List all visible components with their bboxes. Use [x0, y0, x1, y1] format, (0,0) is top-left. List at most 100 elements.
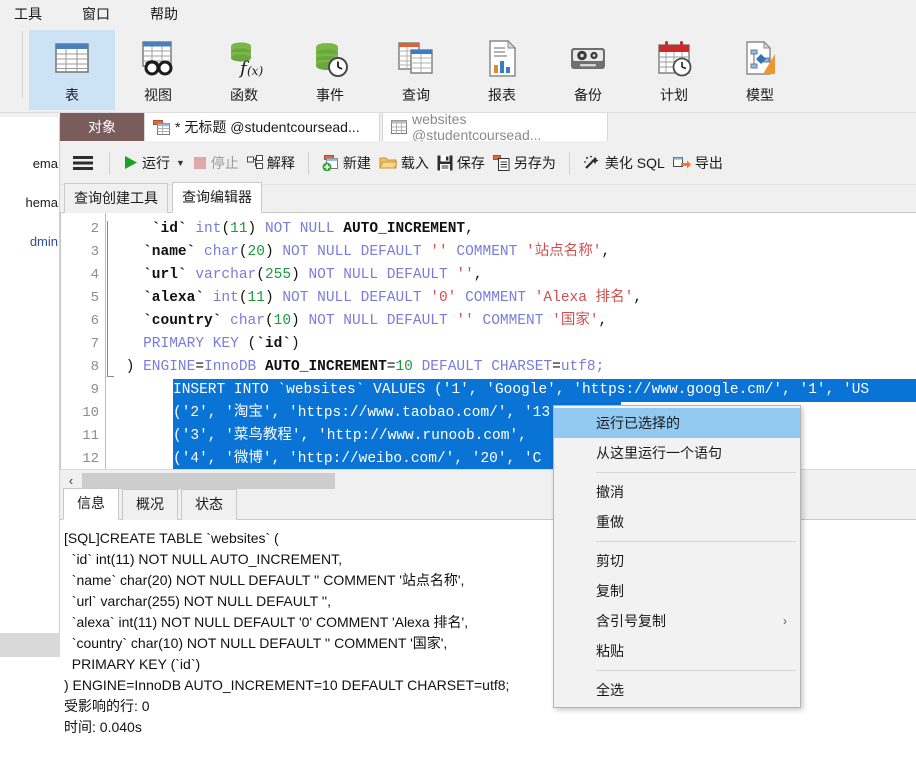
toolbar-separator — [109, 151, 110, 174]
object-tab[interactable]: 对象 — [60, 113, 144, 141]
explain-label: 解释 — [266, 154, 295, 171]
query-toolbar: 运行 ▼ 停止 解释 新建 载入 保存 另存为 美化 SQL 导出 — [60, 141, 916, 185]
code-line-3: `name` char(20) NOT NULL DEFAULT '' COMM… — [117, 244, 611, 260]
code-line-2: `id` int(11) NOT NULL AUTO_INCREMENT, — [117, 221, 474, 237]
chevron-down-icon[interactable]: ▼ — [176, 158, 185, 168]
ribbon-button-function[interactable]: f (x) 函数 — [201, 30, 287, 110]
tab-query-editor[interactable]: 查询编辑器 — [172, 182, 262, 213]
folder-open-icon — [379, 155, 397, 170]
new-button[interactable]: 新建 — [318, 150, 375, 176]
stop-button[interactable]: 停止 — [189, 150, 243, 176]
run-button[interactable]: 运行 ▼ — [119, 150, 189, 176]
ribbon-button-event[interactable]: 事件 — [287, 30, 373, 110]
ribbon-label-model: 模型 — [746, 87, 774, 103]
context-menu-item-select-all[interactable]: 全选 — [554, 675, 800, 705]
view-glasses-icon — [137, 37, 179, 81]
context-menu-item-run-statement-from-here[interactable]: 从这里运行一个语句 — [554, 438, 800, 468]
beautify-sql-label: 美化 SQL — [604, 154, 665, 171]
hamburger-icon[interactable] — [66, 155, 100, 171]
tab-profile[interactable]: 概况 — [122, 489, 178, 520]
application-window: 工具 窗口 帮助 表 视图 f (x) 函数 事件 查询 报表 备份 计划 模型… — [0, 0, 916, 761]
line-number: 11 — [82, 428, 99, 444]
export-arrow-icon — [672, 155, 691, 170]
ribbon-button-schedule[interactable]: 计划 — [631, 30, 717, 110]
ribbon-label-report: 报表 — [488, 87, 516, 103]
ribbon-button-backup[interactable]: 备份 — [545, 30, 631, 110]
toolbar-separator — [307, 151, 309, 174]
menu-tools[interactable]: 工具 — [12, 2, 44, 26]
ribbon-button-query[interactable]: 查询 — [373, 30, 459, 110]
explain-icon — [246, 155, 263, 170]
stop-icon — [193, 156, 207, 170]
sidebar-top-spacer — [0, 113, 60, 117]
code-fold-bracket[interactable] — [107, 221, 116, 377]
line-number: 4 — [90, 267, 99, 283]
beautify-sparkle-icon — [583, 155, 601, 171]
query-table-icon — [395, 37, 437, 81]
save-button[interactable]: 保存 — [433, 150, 489, 176]
ribbon-button-report[interactable]: 报表 — [459, 30, 545, 110]
tab-info[interactable]: 信息 — [63, 488, 119, 520]
ribbon-label-function: 函数 — [230, 87, 258, 103]
beautify-sql-button[interactable]: 美化 SQL — [579, 150, 669, 176]
tab-status[interactable]: 状态 — [181, 489, 237, 520]
document-tab-untitled-query[interactable]: * 无标题 @studentcoursead... — [144, 113, 380, 141]
context-menu-label: 撤消 — [596, 484, 624, 500]
sidebar-panel: ema hema dmin — [0, 113, 60, 761]
line-number: 3 — [90, 244, 99, 260]
menu-window[interactable]: 窗口 — [80, 2, 112, 26]
event-clock-icon — [309, 37, 351, 81]
ribbon-label-backup: 备份 — [574, 87, 602, 103]
ribbon-button-view[interactable]: 视图 — [115, 30, 201, 110]
sidebar-item-performance-schema[interactable]: hema — [0, 195, 60, 210]
editor-tab-bar: 查询创建工具 查询编辑器 — [60, 182, 916, 213]
stop-label: 停止 — [210, 154, 239, 171]
ribbon-label-schedule: 计划 — [660, 87, 688, 103]
line-number: 5 — [90, 290, 99, 306]
ribbon-label-query: 查询 — [402, 87, 430, 103]
ribbon-label-view: 视图 — [144, 87, 172, 103]
tab-query-builder[interactable]: 查询创建工具 — [64, 183, 168, 213]
ribbon-button-model[interactable]: 模型 — [717, 30, 803, 110]
context-menu-label: 粘贴 — [596, 643, 624, 659]
ribbon-button-table[interactable]: 表 — [29, 30, 115, 110]
menu-help[interactable]: 帮助 — [148, 2, 180, 26]
code-line-9-selected: INSERT INTO `websites` VALUES ('1', 'Goo… — [173, 379, 916, 402]
document-tab-websites[interactable]: websites @studentcoursead... — [382, 111, 608, 143]
save-label: 保存 — [456, 154, 485, 171]
code-line-11-selected: ('3', '菜鸟教程', 'http://www.runoob.com', — [173, 425, 573, 448]
context-menu-item-cut[interactable]: 剪切 — [554, 546, 800, 576]
line-number: 2 — [90, 221, 99, 237]
load-button[interactable]: 载入 — [375, 150, 433, 176]
save-as-button[interactable]: 另存为 — [489, 150, 560, 176]
context-menu-item-run-selected[interactable]: 运行已选择的 — [554, 408, 800, 438]
table-icon — [52, 37, 92, 81]
sidebar-item-information-schema[interactable]: ema — [0, 156, 60, 171]
context-menu-label: 复制 — [596, 583, 624, 599]
model-diagram-icon — [739, 37, 781, 81]
scroll-left-arrow-icon[interactable]: ‹ — [60, 473, 82, 488]
report-chart-icon — [481, 37, 523, 81]
code-line-5: `alexa` int(11) NOT NULL DEFAULT '0' COM… — [117, 290, 643, 306]
context-menu-item-undo[interactable]: 撤消 — [554, 477, 800, 507]
sidebar-item-admin[interactable]: dmin — [0, 234, 60, 249]
context-menu-item-redo[interactable]: 重做 — [554, 507, 800, 537]
context-menu-item-copy[interactable]: 复制 — [554, 576, 800, 606]
scrollbar-thumb[interactable] — [82, 472, 335, 489]
new-doc-icon — [322, 154, 339, 171]
context-menu-item-paste[interactable]: 粘贴 — [554, 636, 800, 666]
query-doc-icon — [153, 119, 170, 135]
export-button[interactable]: 导出 — [669, 150, 727, 176]
context-menu-separator — [596, 472, 796, 473]
function-fx-icon: f (x) — [223, 37, 265, 81]
context-menu-label: 剪切 — [596, 553, 624, 569]
ribbon-label-table: 表 — [65, 87, 79, 103]
save-as-icon — [492, 154, 510, 171]
context-menu-item-copy-with-quotes[interactable]: 含引号复制 › — [554, 606, 800, 636]
line-number: 12 — [82, 451, 99, 467]
context-menu-label: 重做 — [596, 514, 624, 530]
explain-button[interactable]: 解释 — [243, 150, 299, 176]
line-number: 7 — [90, 336, 99, 352]
backup-tape-icon — [567, 37, 609, 81]
toolbar-separator — [568, 151, 570, 174]
